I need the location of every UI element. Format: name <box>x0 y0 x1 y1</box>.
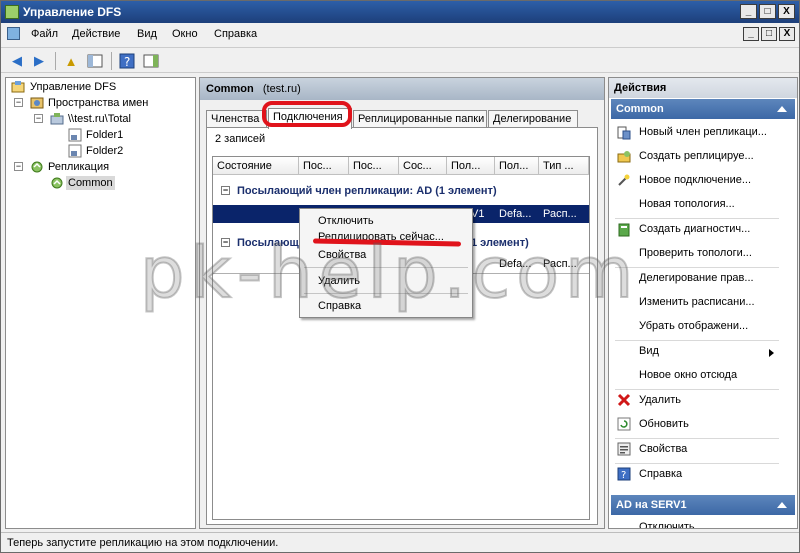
actions-section-ad-serv1[interactable]: AD на SERV1 <box>611 495 795 515</box>
namespace-root-icon <box>50 112 64 126</box>
svg-text:?: ? <box>621 470 626 481</box>
collapse-namespaces-icon[interactable]: − <box>14 98 23 107</box>
column-2[interactable]: Пос... <box>299 157 349 175</box>
action-new-connection[interactable]: Новое подключение... <box>639 174 751 186</box>
tree-item-folder1[interactable]: Folder1 <box>86 128 123 142</box>
action-refresh[interactable]: Обновить <box>639 418 689 430</box>
folder1-icon <box>68 128 82 142</box>
column-7[interactable]: Тип ... <box>539 157 589 175</box>
collapse-namespace-root-icon[interactable]: − <box>34 114 43 123</box>
action-view[interactable]: Вид <box>639 345 659 357</box>
column-5[interactable]: Пол... <box>447 157 495 175</box>
mdi-close-button[interactable]: X <box>779 27 795 41</box>
tree-item-replication[interactable]: Репликация <box>48 160 109 174</box>
replication-group-icon <box>50 176 64 190</box>
properties-icon <box>617 442 631 456</box>
menu-window[interactable]: Окно <box>172 28 198 40</box>
title-bar[interactable]: Управление DFS _ □ X <box>1 1 799 23</box>
svg-text:?: ? <box>124 55 130 69</box>
folder2-icon <box>68 144 82 158</box>
group-ad-label: Посылающий член репликации: AD (1 элемен… <box>237 185 497 197</box>
watermark-text: pk-help.com <box>139 231 640 315</box>
tree-item-dfs-management[interactable]: Управление DFS <box>30 80 116 94</box>
action-properties[interactable]: Свойства <box>639 443 687 455</box>
new-connection-icon <box>617 174 631 188</box>
row1-cell5: V1 <box>471 208 485 220</box>
column-header-row: Состояние Пос... Пос... Сос... Пол... По… <box>213 157 589 175</box>
mdi-minimize-button[interactable]: _ <box>743 27 759 41</box>
group-name: Common <box>206 83 254 95</box>
tree-item-folder2[interactable]: Folder2 <box>86 144 123 158</box>
status-bar: Теперь запустите репликацию на этом подк… <box>1 532 799 552</box>
menu-view[interactable]: Вид <box>137 28 157 40</box>
tree-item-namespace-root[interactable]: \\test.ru\Total <box>68 112 131 126</box>
group-header-ad[interactable]: − Посылающий член репликации: AD (1 элем… <box>213 181 589 201</box>
ctx-disable[interactable]: Отключить <box>318 215 374 227</box>
menu-help[interactable]: Справка <box>214 28 257 40</box>
collapse-replication-icon[interactable]: − <box>14 162 23 171</box>
collapse-section-icon[interactable] <box>777 502 787 508</box>
window-title: Управление DFS <box>23 5 122 19</box>
action-remove-display[interactable]: Убрать отображени... <box>639 320 748 332</box>
show-hide-tree-icon[interactable] <box>85 52 105 70</box>
replication-icon <box>30 160 44 174</box>
action-create-diagnostic[interactable]: Создать диагностич... <box>639 223 750 235</box>
action-new-topology[interactable]: Новая топология... <box>639 198 735 210</box>
minimize-button[interactable]: _ <box>740 4 757 19</box>
action-verify-topology[interactable]: Проверить топологи... <box>639 247 752 259</box>
actions-section-ad-serv1-label: AD на SERV1 <box>616 499 687 511</box>
close-button[interactable]: X <box>778 4 795 19</box>
tab-delegation[interactable]: Делегирование <box>488 110 578 128</box>
menu-bar: Файл Действие Вид Окно Справка <box>1 23 799 46</box>
record-count: 2 записей <box>215 133 266 145</box>
action-new-window[interactable]: Новое окно отсюда <box>639 369 737 381</box>
results-header: Common (test.ru) <box>200 78 604 100</box>
connections-panel: 2 записей Состояние Пос... Пос... Сос...… <box>206 127 598 525</box>
mmc-doc-icon <box>7 27 20 40</box>
action-delegate[interactable]: Делегирование прав... <box>639 272 754 284</box>
new-replicated-folder-icon <box>617 150 631 164</box>
mdi-restore-button[interactable]: □ <box>761 27 777 41</box>
tab-replicated-folders[interactable]: Реплицированные папки <box>353 110 487 128</box>
namespaces-icon <box>30 96 44 110</box>
action-edit-schedule[interactable]: Изменить расписани... <box>639 296 755 308</box>
column-6[interactable]: Пол... <box>495 157 539 175</box>
action-delete[interactable]: Удалить <box>639 394 681 406</box>
forward-arrow-icon[interactable]: ▶ <box>29 52 49 70</box>
app-icon <box>5 5 19 19</box>
tree-item-common[interactable]: Common <box>66 176 115 190</box>
maximize-button[interactable]: □ <box>759 4 776 19</box>
action-new-member[interactable]: Новый член репликаци... <box>639 126 767 138</box>
actions-section-common-label: Common <box>616 103 664 115</box>
row1-cell7: Расп... <box>543 208 577 220</box>
collapse-section-icon[interactable] <box>777 106 787 112</box>
refresh-icon <box>617 417 631 431</box>
show-action-pane-icon[interactable] <box>141 52 161 70</box>
tree-item-namespaces[interactable]: Пространства имен <box>48 96 148 110</box>
delete-x-icon <box>617 393 631 407</box>
toolbar: ◀ ▶ ▲ ? <box>1 47 799 73</box>
row1-cell6: Defa... <box>499 208 532 220</box>
action-disable-connection[interactable]: Отключить <box>639 521 695 528</box>
action-help[interactable]: Справка <box>639 468 682 480</box>
actions-section-common[interactable]: Common <box>611 99 795 119</box>
dfs-management-icon <box>11 80 25 94</box>
menu-action[interactable]: Действие <box>72 28 120 40</box>
group-domain: (test.ru) <box>262 83 301 95</box>
menu-file[interactable]: Файл <box>31 28 58 40</box>
column-4[interactable]: Сос... <box>399 157 447 175</box>
help-icon[interactable]: ? <box>117 52 137 70</box>
actions-header: Действия <box>609 78 797 98</box>
help-book-icon: ? <box>617 467 631 481</box>
annotation-oval <box>262 101 352 127</box>
collapse-group-icon[interactable]: − <box>221 186 230 195</box>
back-arrow-icon[interactable]: ◀ <box>7 52 27 70</box>
up-folder-icon[interactable]: ▲ <box>61 52 81 70</box>
action-new-replicated-folder[interactable]: Создать реплицируе... <box>639 150 754 162</box>
new-member-icon <box>617 126 631 140</box>
column-status[interactable]: Состояние <box>213 157 299 175</box>
column-3[interactable]: Пос... <box>349 157 399 175</box>
tab-memberships[interactable]: Членства <box>206 110 267 128</box>
submenu-arrow-icon <box>769 349 774 357</box>
